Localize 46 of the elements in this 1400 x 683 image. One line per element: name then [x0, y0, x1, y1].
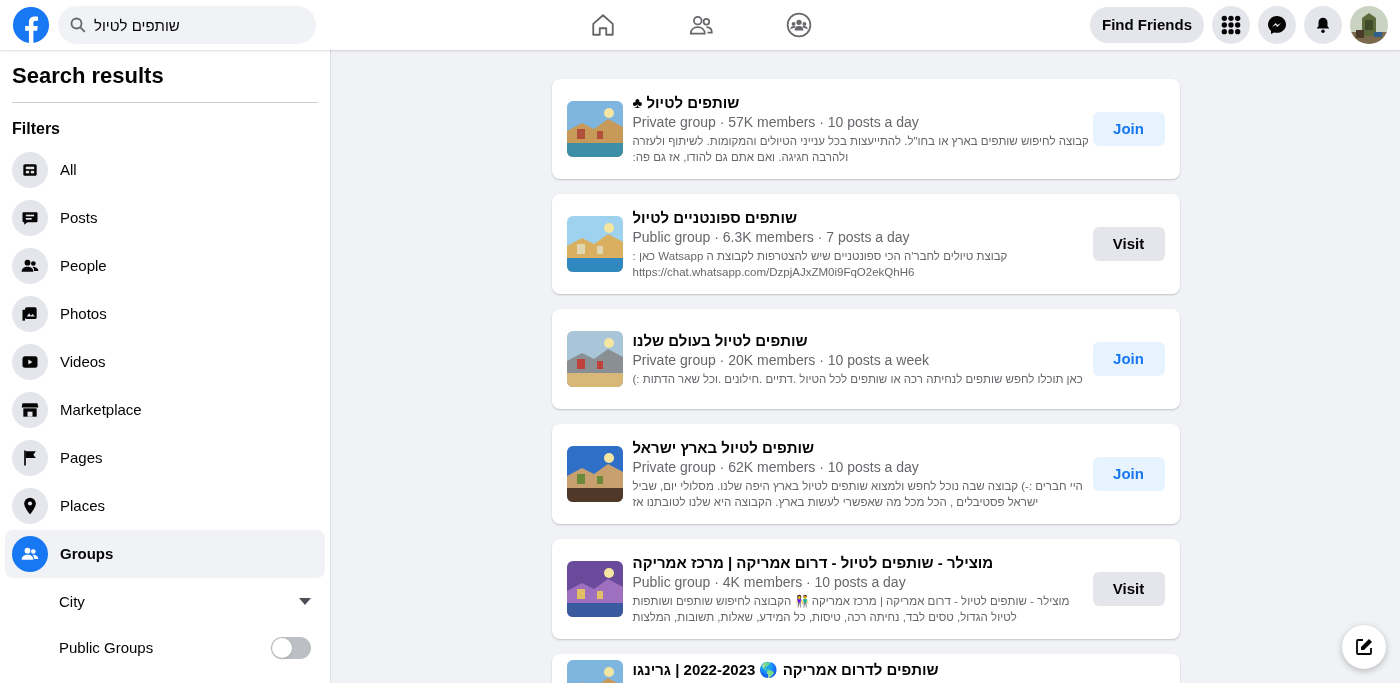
caret-icon	[299, 598, 311, 606]
group-description: קבוצה לחיפוש שותפים בארץ או בחו"ל. להתייעצות בכל ענייני הטיולים והמקומות. לשיתוף ולעזרה ולהרבה חגיגה. ואם אתם גם להודו, אז גם פה:	[632, 134, 1090, 165]
messenger-icon	[1267, 15, 1287, 35]
compose-icon	[1354, 637, 1374, 657]
join-button[interactable]: Join	[1092, 457, 1165, 491]
join-button[interactable]: Join	[1092, 342, 1165, 376]
group-name[interactable]: שותפים לטיול בעולם שלנו	[632, 331, 808, 351]
bell-icon	[1314, 16, 1332, 34]
page-title: Search results	[12, 62, 165, 90]
section-heading: Filters	[12, 119, 60, 139]
group-name[interactable]: שותפים לדרום אמריקה 🌎 2022-2023 | גרינגו	[632, 660, 939, 680]
group-description: מוצילר - שותפים לטיול - דרום אמריקה | מרכז אמריקה 👫 הקבוצה לחיפוש שותפים ושותפות לטיול הגדול, טסים לבד, נחיתה רכה, טיסות, כל המידע, שאלות, תשובות, המלצות	[632, 593, 1071, 625]
join-button[interactable]: Join	[1092, 112, 1165, 146]
filter-item[interactable]: Groups	[5, 530, 325, 578]
group-card[interactable]: שותפים לדרום אמריקה 🌎 2022-2023 | גרינגו	[551, 654, 1180, 683]
group-description: היי חברים :-) קבוצה שבה נוכל לחפש ולמצוא שותפים לטיול בארץ היפה שלנו. מסלולי יום, שביל ישראל פסטיבלים , הכל מכל מה שאפשרי לעשות בארץ. הקבוצה היא שלנו לטובתנו אז	[632, 479, 1084, 510]
menu-button[interactable]	[1212, 6, 1250, 44]
visit-button[interactable]: Visit	[1092, 227, 1165, 261]
group-card[interactable]	[551, 424, 1180, 524]
toggle-label: Public Groups	[59, 637, 154, 658]
group-details: Private group · 62K members · 10 posts a day	[632, 458, 919, 476]
group-name[interactable]: מוצילר - שותפים לטיול - דרום אמריקה | מרכז אמריקה	[632, 553, 994, 573]
groups-icon[interactable]	[786, 12, 812, 38]
group-details: Public group · 4K members · 10 posts a day	[632, 573, 906, 591]
photos-icon	[20, 304, 40, 324]
group-details: Private group · 57K members · 10 posts a day	[632, 113, 919, 131]
group-description: כאן תוכלו לחפש שותפים לנחיתה רכה או שותפים לכל הטיול .דתיים .חילונים .וכל שאר הדתות :)	[632, 372, 1084, 387]
group-description: קבוצת טיולים לחבר'ה הכי ספונטניים שיש להצטרפות לקבוצת ה Watsapp כאן : https://chat.whatsapp.com/DzpjAJxZM0i9FqO2ekQhH6	[632, 249, 1009, 280]
messenger-button[interactable]	[1258, 6, 1296, 44]
group-details: Public group · 6.3K members · 7 posts a day	[632, 228, 910, 246]
group-name[interactable]: שותפים לטיול בארץ ישראל	[632, 438, 815, 458]
find-friends-button[interactable]: Find Friends	[1090, 7, 1204, 43]
visit-button[interactable]: Visit	[1092, 572, 1165, 606]
city-dropdown[interactable]: City	[5, 578, 325, 626]
facebook-logo-icon[interactable]	[12, 6, 50, 44]
group-name[interactable]: שותפים לטיול ♣	[632, 93, 740, 113]
home-icon[interactable]	[590, 12, 616, 38]
group-card[interactable]	[551, 539, 1180, 639]
search-field[interactable]: שותפים לטיול	[58, 6, 316, 44]
new-message-button[interactable]	[1342, 625, 1386, 669]
storefront-icon	[20, 400, 40, 420]
grid-icon	[1221, 15, 1241, 35]
group-details: Private group · 20K members · 10 posts a week	[632, 351, 929, 369]
group-name[interactable]: שותפים ספונטניים לטיול	[632, 208, 797, 228]
toggle-switch[interactable]	[271, 637, 311, 659]
notifications-button[interactable]	[1304, 6, 1342, 44]
